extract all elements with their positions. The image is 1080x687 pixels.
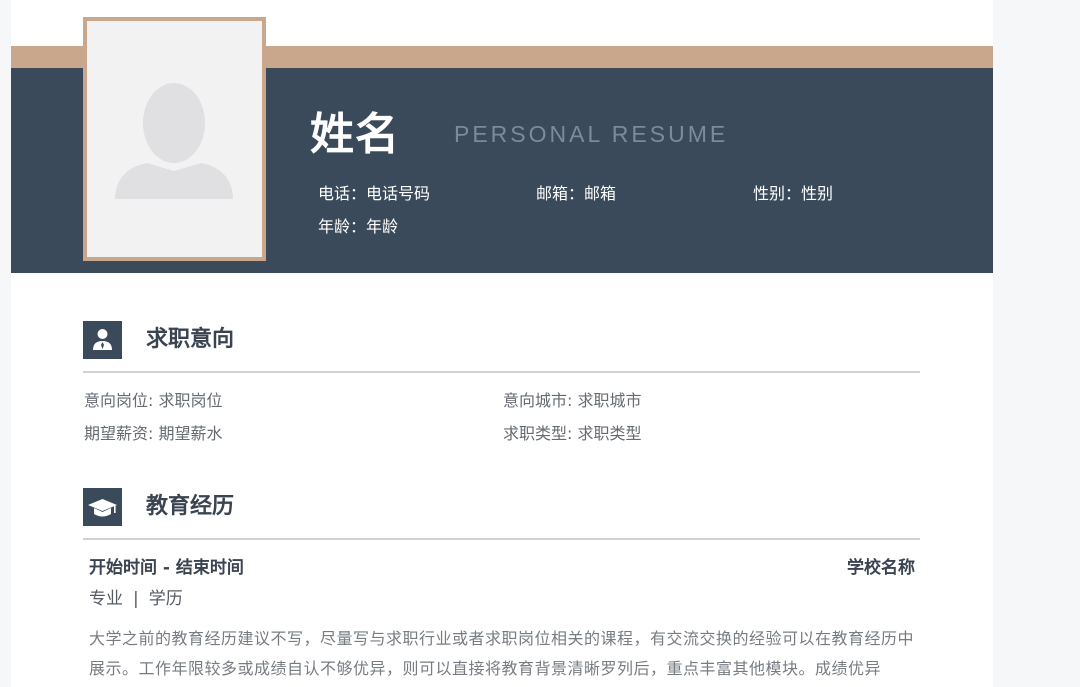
avatar-placeholder-icon [87, 21, 262, 257]
education-section-header: 教育经历 [83, 488, 920, 540]
education-time-range[interactable]: 开始时间 - 结束时间 [89, 556, 244, 580]
resume-name[interactable]: 姓名 [310, 107, 400, 163]
email-field[interactable]: 邮箱：邮箱 [536, 183, 616, 205]
resume-page: 姓名 PERSONAL RESUME 电话：电话号码 邮箱：邮箱 性别：性别 年… [11, 0, 993, 687]
major-degree[interactable]: 专业 | 学历 [89, 587, 183, 611]
degree: 学历 [148, 589, 183, 609]
graduation-cap-icon [83, 488, 122, 526]
profile-photo[interactable] [83, 17, 266, 261]
school-name[interactable]: 学校名称 [847, 556, 915, 580]
desired-salary[interactable]: 期望薪资: 期望薪水 [84, 423, 222, 445]
person-icon [83, 321, 122, 359]
education-description[interactable]: 大学之前的教育经历建议不写，尽量写与求职行业或者求职岗位相关的课程，有交流交换的… [89, 624, 919, 684]
separator: | [133, 589, 139, 609]
gender-field[interactable]: 性别：性别 [753, 183, 833, 205]
age-field[interactable]: 年龄：年龄 [318, 216, 398, 238]
desired-city[interactable]: 意向城市: 求职城市 [503, 390, 641, 412]
major: 专业 [89, 589, 123, 609]
phone-field[interactable]: 电话：电话号码 [318, 183, 430, 205]
section-title-job-intention: 求职意向 [146, 327, 235, 352]
section-title-education: 教育经历 [146, 494, 235, 519]
desired-position[interactable]: 意向岗位: 求职岗位 [84, 390, 222, 412]
job-intention-section-header: 求职意向 [83, 321, 920, 373]
resume-subtitle: PERSONAL RESUME [454, 121, 729, 147]
job-type[interactable]: 求职类型: 求职类型 [503, 423, 641, 445]
